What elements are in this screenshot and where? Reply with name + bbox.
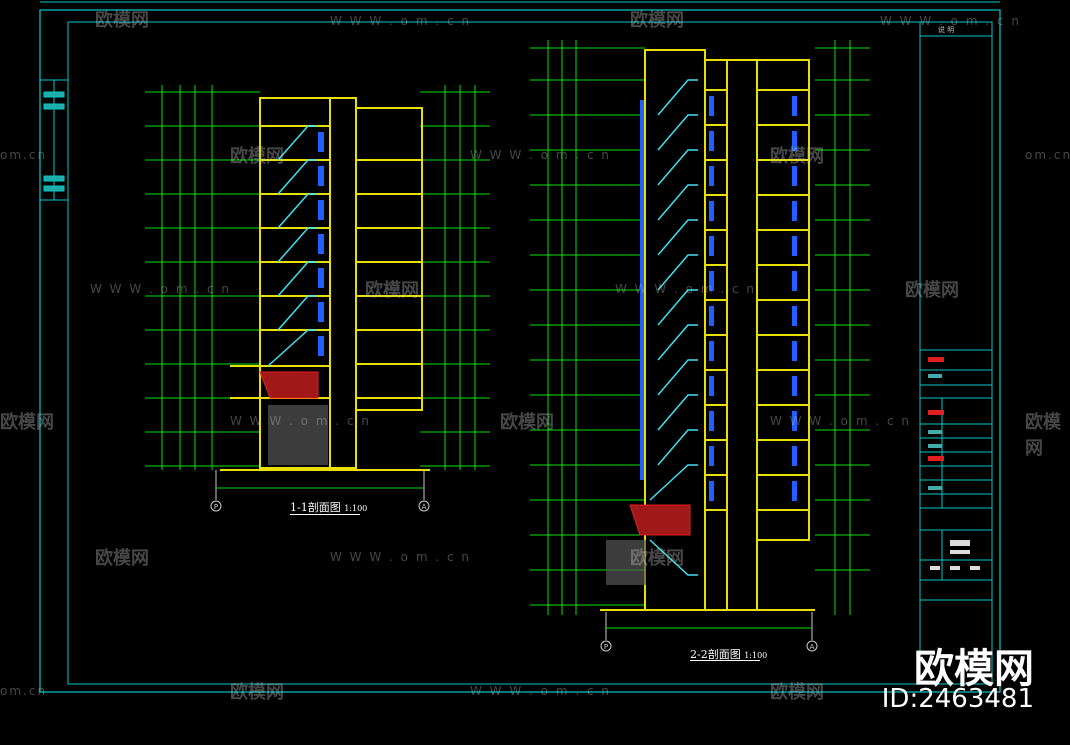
watermark-brand-12: 欧模网 xyxy=(230,682,284,703)
section1-title-text: 1-1剖面图 xyxy=(290,501,341,514)
watermark-url-4: W W W . o m . c n xyxy=(470,148,611,162)
section2-walls xyxy=(600,49,815,611)
watermark-url-3: om.cn xyxy=(0,148,48,162)
watermark-url-1: W W W . o m . c n xyxy=(330,14,471,28)
cad-drawing-canvas: P A P A xyxy=(39,1,1001,693)
watermark-brand-3: 欧模网 xyxy=(230,146,284,167)
section2-scale-text: 1:100 xyxy=(744,651,768,660)
watermark-url-2: W W W . o m . c n xyxy=(880,14,1021,28)
title-block xyxy=(919,21,993,685)
section2-stairs xyxy=(649,79,698,576)
section2-dim-right xyxy=(815,40,870,615)
watermark-brand-6: 欧模网 xyxy=(905,280,959,301)
inner-frame xyxy=(67,21,993,685)
watermark-brand-10: 欧模网 xyxy=(95,548,149,569)
watermark-brand-7: 欧模网 xyxy=(0,412,54,433)
watermark-url-12: W W W . o m . c n xyxy=(470,684,611,698)
watermark-brand-4: 欧模网 xyxy=(770,146,824,167)
watermark-brand-11: 欧模网 xyxy=(630,548,684,569)
watermark-brand-2: 欧模网 xyxy=(630,10,684,31)
section2-red-hatch xyxy=(629,504,691,536)
watermark-brand-13: 欧模网 xyxy=(770,682,824,703)
watermark-url-10: W W W . o m . c n xyxy=(330,550,471,564)
brand-id-text: ID:2463481 xyxy=(881,684,1034,714)
left-stamp-strip xyxy=(39,79,69,201)
section1-axis-left-label: P xyxy=(214,503,218,511)
section2-axis-left-label: P xyxy=(604,643,608,651)
section-1-1: P A xyxy=(145,85,490,512)
watermark-url-11: om.cn xyxy=(0,684,48,698)
watermark-url-9: W W W . o m . c n xyxy=(770,414,911,428)
section1-dim-right xyxy=(420,85,490,470)
section1-title-underline xyxy=(290,514,360,515)
section-2-2: P A xyxy=(530,40,870,652)
watermark-url-5: om.cn xyxy=(1025,148,1070,162)
section1-red-hatch xyxy=(259,371,319,399)
watermark-brand-8: 欧模网 xyxy=(500,412,554,433)
section1-title: 1-1剖面图 1:100 xyxy=(290,499,367,515)
section2-title-underline xyxy=(690,660,760,661)
watermark-url-8: W W W . o m . c n xyxy=(230,414,371,428)
section1-windows xyxy=(318,132,324,356)
section1-scale-text: 1:100 xyxy=(344,504,368,513)
watermark-brand-1: 欧模网 xyxy=(95,10,149,31)
watermark-url-7: W W W . o m . c n xyxy=(615,282,756,296)
section2-dim-left xyxy=(530,40,645,615)
watermark-brand-9: 欧模网 xyxy=(1025,412,1061,459)
section2-axis-right-label: A xyxy=(810,643,815,651)
watermark-url-6: W W W . o m . c n xyxy=(90,282,231,296)
outer-frame xyxy=(39,9,1001,693)
section1-axis-right-label: A xyxy=(422,503,427,511)
watermark-brand-5: 欧模网 xyxy=(365,280,419,301)
